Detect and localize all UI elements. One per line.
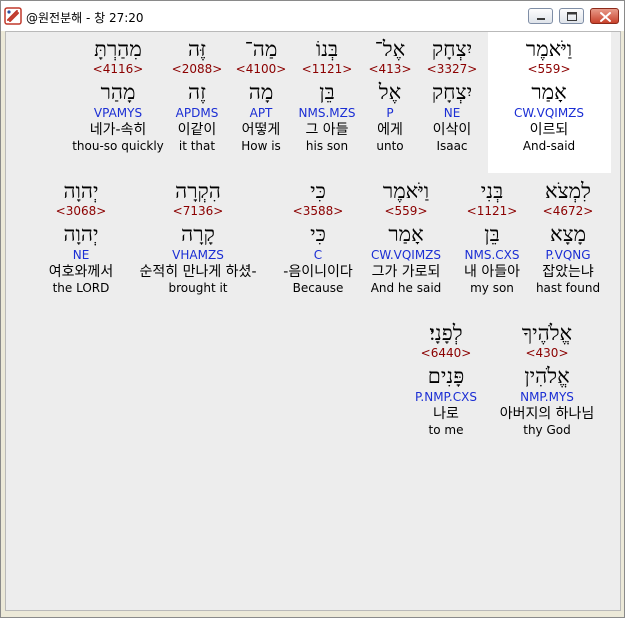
lexeme: אֱלֹהִין [524,364,570,388]
korean-gloss: 여호와께서 [48,264,114,280]
morphology-code[interactable]: NMP.MYS [497,389,597,405]
strong-number[interactable]: <3068> [31,204,131,219]
lexeme: קָרָה [181,222,215,246]
hebrew-word: הִקְרָה [175,179,221,203]
strong-number[interactable]: <6440> [396,346,496,361]
english-gloss: thou-so quickly [72,139,164,153]
korean-gloss: 그가 가로되 [371,264,441,280]
word-block[interactable]: יְהוָה <3068> יְהוָה NE 여호와께서 the LORD [31,178,131,296]
hebrew-word: וַיֹּאמֶר [525,37,573,61]
english-gloss: brought it [168,281,228,295]
strong-number[interactable]: <1121> [442,204,542,219]
app-logo-icon[interactable] [4,7,22,25]
word-block[interactable]: וַיֹּאמֶר <559> אָמַר CW.VQIMZS 그가 가로되 A… [356,178,456,296]
close-button[interactable] [590,8,619,24]
strong-number[interactable]: <7136> [130,204,266,219]
morphology-code[interactable]: CW.VQIMZS [356,247,456,263]
morphology-code[interactable]: NMS.CXS [442,247,542,263]
analysis-pane[interactable]: וַיֹּאמֶר <559> אָמַר CW.VQIMZS 이르되 And-… [5,31,621,611]
morphology-code[interactable]: VHAMZS [130,247,266,263]
korean-gloss: 나로 [433,406,459,422]
word-block[interactable]: כִּי <3588> כִּי C -음이니이다 Because [268,178,368,296]
lexeme: אָמַר [531,80,567,104]
word-block[interactable]: הִקְרָה <7136> קָרָה VHAMZS 순적히 만나게 하셨- … [130,178,266,296]
english-gloss: Because [292,281,344,295]
word-block[interactable]: בְּנִי <1121> בֵּן NMS.CXS 내 아들아 my son [442,178,542,296]
english-gloss: And-said [522,139,576,153]
korean-gloss: 내 아들아 [464,264,520,280]
hebrew-word: לְפָנָי׃ [429,321,463,345]
lexeme: אָמַר [388,222,424,246]
morphology-code[interactable]: NE [31,247,131,263]
korean-gloss: 네가-속히 [89,122,147,138]
title-bar[interactable]: @원전분해 - 창 27:20 [1,1,624,31]
bottom-border [1,611,624,617]
morphology-code[interactable]: C [268,247,368,263]
window-title: @원전분해 - 창 27:20 [26,11,144,25]
word-block[interactable]: מִהַרְתָּ <4116> מָהַר VPAMYS 네가-속히 thou… [68,36,168,154]
strong-number[interactable]: <4116> [68,62,168,77]
morphology-code[interactable]: CW.VQIMZS [499,105,599,121]
close-icon [600,12,611,22]
morphology-code[interactable]: VPAMYS [68,105,168,121]
korean-gloss: 이르되 [529,122,569,138]
word-block[interactable]: אֱלֹהֶיךָ <430> אֱלֹהִין NMP.MYS 아버지의 하나… [497,320,597,438]
korean-gloss: -음이니이다 [283,264,353,280]
strong-number[interactable]: <559> [356,204,456,219]
english-gloss: my son [470,281,514,295]
maximize-icon [567,12,577,21]
app-window: @원전분해 - 창 27:20 וַיֹּאמֶר <559> אָמַר CW… [0,0,625,618]
strong-number[interactable]: <559> [499,62,599,77]
word-block[interactable]: וַיֹּאמֶר <559> אָמַר CW.VQIMZS 이르되 And-… [499,36,599,154]
word-block[interactable]: לְפָנָי׃ <6440> פָּנִים P.NMP.CXS 나로 to … [396,320,496,438]
strong-number[interactable]: <3588> [268,204,368,219]
korean-gloss: 아버지의 하나님 [499,406,595,422]
morphology-code[interactable]: P.NMP.CXS [396,389,496,405]
lexeme: מָהַר [100,80,136,104]
minimize-button[interactable] [528,8,553,24]
hebrew-word: אֱלֹהֶיךָ [521,321,573,345]
english-gloss: And he said [370,281,442,295]
english-gloss: the LORD [52,281,110,295]
english-gloss: thy God [523,423,571,437]
minimize-icon [537,18,545,20]
strong-number[interactable]: <430> [497,346,597,361]
korean-gloss: 순적히 만나게 하셨- [139,264,257,280]
hebrew-word: בְּנִי [480,179,504,203]
hebrew-word: וַיֹּאמֶר [382,179,430,203]
maximize-button[interactable] [559,8,584,24]
hebrew-word: מִהַרְתָּ [94,37,142,61]
english-gloss: to me [428,423,464,437]
lexeme: פָּנִים [427,364,465,388]
lexeme: יְהוָה [63,222,99,246]
hebrew-word: יְהוָה [63,179,99,203]
lexeme: כִּי [310,222,326,246]
hebrew-word: כִּי [310,179,326,203]
lexeme: בֵּן [484,222,500,246]
